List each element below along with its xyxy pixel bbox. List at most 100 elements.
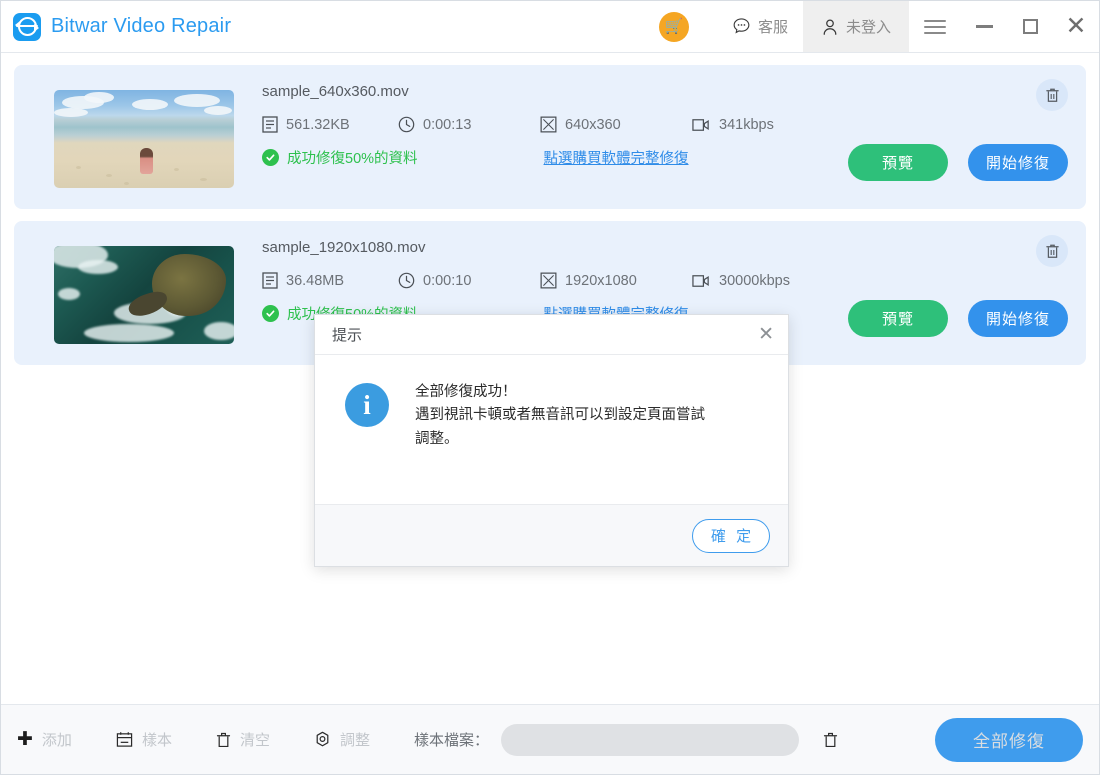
hamburger-menu-icon[interactable] <box>909 1 961 52</box>
check-circle-icon <box>262 149 279 166</box>
bitrate-camera-icon <box>692 118 709 131</box>
bottom-toolbar: ✚ 添加 樣本 清空 調整 樣本檔案： 全部修復 <box>1 704 1099 774</box>
clock-icon <box>398 272 415 289</box>
trash-icon <box>823 732 838 748</box>
file-resolution: 640x360 <box>540 116 692 133</box>
dialog-header: 提示 ✕ <box>315 315 788 355</box>
person-icon <box>823 19 837 35</box>
card-buttons: 預覽 開始修復 <box>848 144 1068 181</box>
card-actions: 預覽 開始修復 <box>820 79 1070 195</box>
preview-button[interactable]: 預覽 <box>848 300 948 337</box>
app-title: Bitwar Video Repair <box>51 15 232 37</box>
sample-file-input[interactable] <box>501 723 799 756</box>
cart-glyph: 🛒 <box>664 18 684 35</box>
file-details: sample_1920x1080.mov 36.48MB 0:00:10 192… <box>234 235 820 324</box>
bitrate-camera-icon <box>692 274 709 287</box>
trash-icon <box>1045 88 1059 102</box>
support-button[interactable]: 客服 <box>717 1 803 52</box>
add-button[interactable]: ✚ 添加 <box>17 729 72 750</box>
clear-label: 清空 <box>239 732 270 749</box>
video-thumbnail <box>54 90 234 188</box>
plus-icon: ✚ <box>17 729 33 750</box>
file-size-icon <box>262 272 278 289</box>
maximize-icon[interactable] <box>1007 1 1053 52</box>
status-badge: 成功修復50%的資料 <box>262 147 418 168</box>
info-icon: i <box>345 383 389 427</box>
sample-file-icon <box>116 731 133 748</box>
account-label: 未登入 <box>845 19 891 36</box>
file-meta-row: 561.32KB 0:00:13 640x360 341kbps <box>262 116 820 133</box>
start-repair-button[interactable]: 開始修復 <box>968 144 1068 181</box>
file-bitrate-value: 30000kbps <box>719 272 790 289</box>
file-duration: 0:00:10 <box>398 272 540 289</box>
sample-button[interactable]: 樣本 <box>116 729 172 750</box>
video-thumbnail <box>54 246 234 344</box>
header-actions: 🛒 客服 未登入 ✕ <box>658 1 1099 52</box>
notification-dialog: 提示 ✕ i 全部修復成功！ 遇到視訊卡頓或者無音訊可以到設定頁面嘗試調整。 確… <box>314 314 789 567</box>
check-circle-icon <box>262 305 279 322</box>
resolution-icon <box>540 116 557 133</box>
support-label: 客服 <box>757 19 788 36</box>
file-resolution: 1920x1080 <box>540 272 692 289</box>
dialog-body: i 全部修復成功！ 遇到視訊卡頓或者無音訊可以到設定頁面嘗試調整。 <box>315 355 788 504</box>
adjust-label: 調整 <box>339 732 370 749</box>
file-name: sample_640x360.mov <box>262 83 409 100</box>
buy-full-repair-link[interactable]: 點選購買軟體完整修復 <box>544 147 689 168</box>
start-repair-button[interactable]: 開始修復 <box>968 300 1068 337</box>
close-icon[interactable]: ✕ <box>1053 1 1099 52</box>
file-size-value: 36.48MB <box>286 272 345 289</box>
file-bitrate: 30000kbps <box>692 273 790 289</box>
dialog-footer: 確 定 <box>315 504 788 566</box>
dialog-message: 全部修復成功！ 遇到視訊卡頓或者無音訊可以到設定頁面嘗試調整。 <box>415 384 705 447</box>
sample-file-label: 樣本檔案： <box>413 732 489 749</box>
clock-icon <box>398 116 415 133</box>
file-size-icon <box>262 116 278 133</box>
clear-button[interactable]: 清空 <box>216 729 270 750</box>
bitwar-logo-icon <box>13 12 41 41</box>
file-resolution-value: 1920x1080 <box>565 272 637 289</box>
person-in-photo <box>140 148 153 174</box>
file-resolution-value: 640x360 <box>565 116 621 133</box>
file-size-value: 561.32KB <box>286 116 350 133</box>
adjust-button[interactable]: 調整 <box>314 729 370 750</box>
account-button[interactable]: 未登入 <box>802 1 909 52</box>
app-window: Bitwar Video Repair 🛒 客服 未登入 ✕ sample_64… <box>0 0 1100 775</box>
title-bar: Bitwar Video Repair 🛒 客服 未登入 ✕ <box>1 1 1099 53</box>
file-name: sample_1920x1080.mov <box>262 239 426 256</box>
trash-icon <box>216 731 231 748</box>
file-duration-value: 0:00:10 <box>423 272 472 289</box>
repair-all-button[interactable]: 全部修復 <box>935 717 1083 762</box>
sample-file-delete-button[interactable] <box>823 731 838 748</box>
preview-button[interactable]: 預覽 <box>848 144 948 181</box>
resolution-icon <box>540 272 557 289</box>
file-size: 36.48MB <box>262 272 398 289</box>
brand: Bitwar Video Repair <box>1 12 232 41</box>
rock-in-photo <box>152 254 226 316</box>
confirm-button[interactable]: 確 定 <box>692 518 770 553</box>
status-text: 成功修復50%的資料 <box>287 151 418 167</box>
file-meta-row: 36.48MB 0:00:10 1920x1080 30000kbps <box>262 272 820 289</box>
add-label: 添加 <box>41 732 72 749</box>
delete-file-button[interactable] <box>1036 235 1068 267</box>
gear-icon <box>314 731 331 748</box>
card-buttons: 預覽 開始修復 <box>848 300 1068 337</box>
file-status-row: 成功修復50%的資料 點選購買軟體完整修復 <box>262 147 820 168</box>
file-bitrate: 341kbps <box>692 117 774 133</box>
shopping-cart-icon[interactable]: 🛒 <box>658 11 689 42</box>
file-size: 561.32KB <box>262 116 398 133</box>
close-icon[interactable]: ✕ <box>758 325 774 344</box>
file-card[interactable]: sample_640x360.mov 561.32KB 0:00:13 640x… <box>14 65 1086 209</box>
minimize-icon[interactable] <box>961 1 1007 52</box>
info-glyph: i <box>363 389 371 420</box>
trash-icon <box>1045 244 1059 258</box>
file-bitrate-value: 341kbps <box>719 116 774 133</box>
dialog-title: 提示 <box>332 327 363 344</box>
file-list: sample_640x360.mov 561.32KB 0:00:13 640x… <box>1 53 1099 704</box>
delete-file-button[interactable] <box>1036 79 1068 111</box>
file-duration-value: 0:00:13 <box>423 116 472 133</box>
file-details: sample_640x360.mov 561.32KB 0:00:13 640x… <box>234 79 820 168</box>
card-actions: 預覽 開始修復 <box>820 235 1070 351</box>
chat-bubble-icon <box>733 18 750 34</box>
file-duration: 0:00:13 <box>398 116 540 133</box>
sample-label: 樣本 <box>141 732 172 749</box>
